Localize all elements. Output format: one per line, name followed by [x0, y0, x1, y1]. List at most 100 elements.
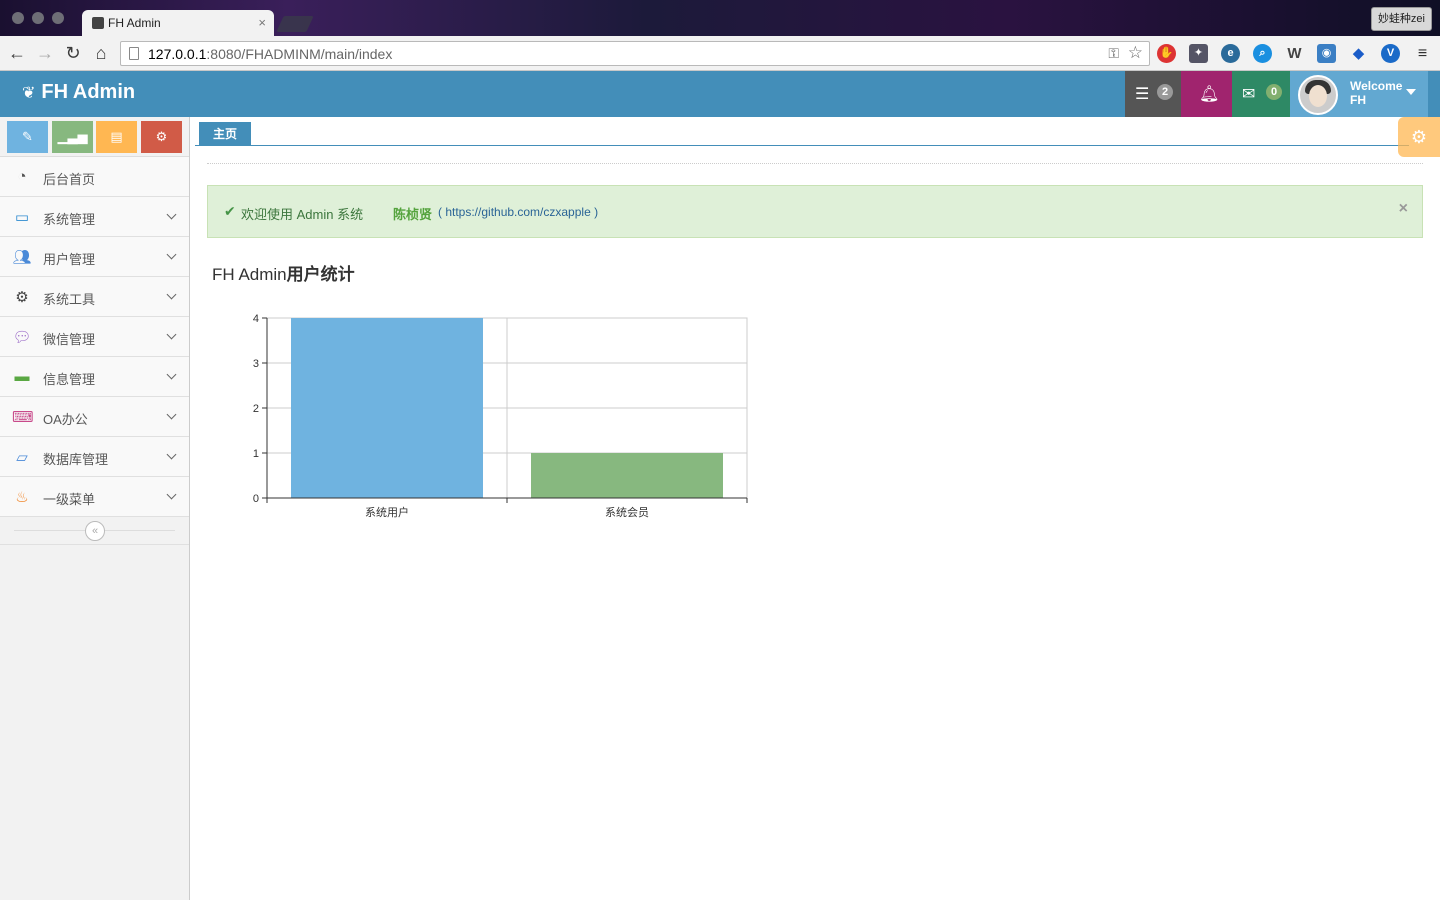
browser-tab[interactable]: FH Admin × [82, 10, 274, 36]
bookmark-star-icon[interactable]: ☆ [1128, 43, 1143, 63]
sidebar-item-4[interactable]: 💬︎ 微信管理 [0, 317, 189, 357]
adblock-extension-icon[interactable]: ✋ [1157, 44, 1176, 63]
sidebar-item-label: 微信管理 [43, 332, 96, 347]
new-tab-button[interactable] [276, 16, 314, 32]
window-maximize-button[interactable] [52, 12, 64, 24]
favicon-icon [92, 17, 104, 29]
book-icon[interactable]: ▤ [96, 121, 137, 153]
check-icon: ✔ [224, 203, 236, 219]
search-extension-icon[interactable]: ⌕ [1253, 44, 1272, 63]
tasks-dropdown[interactable]: ☰ 2 [1125, 71, 1181, 117]
sidebar-item-6[interactable]: ⌨ OA办公 [0, 397, 189, 437]
user-menu[interactable]: Welcome FH [1290, 71, 1428, 117]
v-extension-icon[interactable]: V [1381, 44, 1400, 63]
sidebar-item-label: 系统管理 [43, 212, 96, 227]
bell-icon: 🔔︎ [1199, 86, 1220, 103]
sidebar-item-label: OA办公 [43, 412, 88, 427]
pencil-icon[interactable]: ✎ [7, 121, 48, 153]
chart-title: FH Admin用户统计 [212, 265, 355, 284]
back-icon[interactable]: ← [6, 43, 28, 63]
settings-gear-icon[interactable]: ⚙ [1398, 117, 1440, 157]
sidebar-item-7[interactable]: ▱ 数据库管理 [0, 437, 189, 477]
welcome-text: Welcome [1350, 79, 1403, 93]
chevron-down-icon [166, 449, 177, 460]
e-extension-icon[interactable]: e [1221, 44, 1240, 63]
sidebar-item-8[interactable]: ♨ 一级菜单 [0, 477, 189, 517]
tab-close-icon[interactable]: × [258, 15, 266, 30]
y-tick-label: 0 [253, 493, 259, 505]
alert-link[interactable]: ( https://github.com/czxapple ) [438, 205, 598, 219]
dropbox-extension-icon[interactable]: ◆ [1349, 44, 1368, 63]
chevron-down-icon [166, 409, 177, 420]
cogs-icon[interactable]: ⚙ [141, 121, 182, 153]
user-stats-chart: 0 1 2 3 4 系统用户 系统会员 [253, 313, 748, 519]
reload-icon[interactable]: ↻ [62, 43, 84, 63]
bar [291, 318, 483, 498]
leaf-icon: ❦ [22, 85, 36, 102]
alert-message: 欢迎使用 Admin 系统 [241, 207, 364, 222]
extension-icon[interactable]: ✦ [1189, 44, 1208, 63]
profile-button[interactable]: 妙蛙种zei [1370, 7, 1432, 31]
x-tick-label: 系统用户 [365, 505, 409, 519]
desktop-icon: ▭ [14, 209, 30, 226]
signal-icon[interactable]: ▁▃▅ [52, 121, 93, 153]
address-bar[interactable]: 127.0.0.1:8080/FHADMINM/main/index ⚿ ☆ [120, 41, 1150, 66]
sidebar-item-0[interactable]: ◔ 后台首页 [0, 157, 189, 197]
dashboard-icon: ◔ [17, 168, 27, 185]
sidebar-item-label: 用户管理 [43, 252, 96, 267]
y-tick-label: 4 [253, 313, 259, 325]
window-close-button[interactable] [12, 12, 24, 24]
credit-card-icon: ▬ [14, 368, 30, 385]
key-icon[interactable]: ⚿ [1108, 45, 1119, 62]
brand[interactable]: ❦ FH Admin [22, 81, 135, 104]
window-minimize-button[interactable] [32, 12, 44, 24]
cog-icon: ⚙ [15, 289, 29, 306]
sidebar-item-label: 信息管理 [43, 372, 96, 387]
fire-icon: ♨ [15, 489, 29, 506]
home-icon[interactable]: ⌂ [90, 43, 112, 63]
avatar [1298, 75, 1338, 115]
sidebar-item-label: 一级菜单 [43, 492, 96, 507]
sidebar-item-3[interactable]: ⚙ 系统工具 [0, 277, 189, 317]
sidebar: ✎ ▁▃▅ ▤ ⚙ ◔ 后台首页 ▭ 系统管理 👥︎ 用户管理 ⚙ 系统工具 💬︎ 微信管理 ▬ 信息… [0, 117, 190, 900]
caret-down-icon [1406, 89, 1416, 95]
sidebar-item-5[interactable]: ▬ 信息管理 [0, 357, 189, 397]
divider [207, 163, 1423, 164]
tab-home[interactable]: 主页 [199, 122, 251, 146]
messages-dropdown[interactable]: ✉ 0 [1232, 71, 1290, 117]
chevron-down-icon [166, 209, 177, 220]
chevron-down-icon [166, 289, 177, 300]
address-url[interactable]: 127.0.0.1:8080/FHADMINM/main/index [148, 46, 392, 62]
browser-tab-bar: FH Admin × 妙蛙种zei [0, 0, 1440, 36]
browser-tab-title: FH Admin [108, 16, 161, 30]
messages-badge: 0 [1266, 84, 1282, 100]
sidebar-collapse-row: « [0, 517, 189, 545]
blue-extension-icon[interactable]: ◉ [1317, 44, 1336, 63]
username: FH [1350, 93, 1366, 107]
sidebar-item-2[interactable]: 👥︎ 用户管理 [0, 237, 189, 277]
chevron-down-icon [166, 249, 177, 260]
envelope-icon: ✉ [1242, 86, 1256, 103]
hdd-icon: ▱ [16, 449, 28, 466]
double-angle-left-icon[interactable]: « [85, 521, 105, 541]
forward-icon[interactable]: → [34, 43, 56, 63]
notifications-dropdown[interactable]: 🔔︎ [1181, 71, 1232, 117]
chrome-menu-icon[interactable]: ≡ [1413, 44, 1432, 63]
page-tabs: 主页 [195, 120, 1409, 146]
sidebar-shortcuts: ✎ ▁▃▅ ▤ ⚙ [0, 117, 189, 157]
alert-close-icon[interactable]: × [1399, 200, 1408, 218]
browser-toolbar: ← → ↻ ⌂ 127.0.0.1:8080/FHADMINM/main/ind… [0, 36, 1440, 71]
y-tick-label: 2 [253, 403, 259, 415]
tasks-icon: ☰ [1135, 86, 1150, 103]
wikipedia-extension-icon[interactable]: W [1285, 44, 1304, 63]
users-icon: 👥︎ [12, 249, 32, 266]
y-tick-label: 3 [253, 358, 259, 370]
page-icon [129, 47, 139, 60]
x-tick-label: 系统会员 [605, 506, 649, 519]
sidebar-item-label: 后台首页 [43, 172, 96, 187]
bar [531, 453, 723, 498]
sidebar-item-label: 系统工具 [43, 292, 96, 307]
sidebar-menu: ◔ 后台首页 ▭ 系统管理 👥︎ 用户管理 ⚙ 系统工具 💬︎ 微信管理 ▬ 信息管理 ⌨ OA办公 ▱ 数据… [0, 157, 189, 517]
alert-author: 陈桢贤 [393, 207, 433, 222]
sidebar-item-1[interactable]: ▭ 系统管理 [0, 197, 189, 237]
